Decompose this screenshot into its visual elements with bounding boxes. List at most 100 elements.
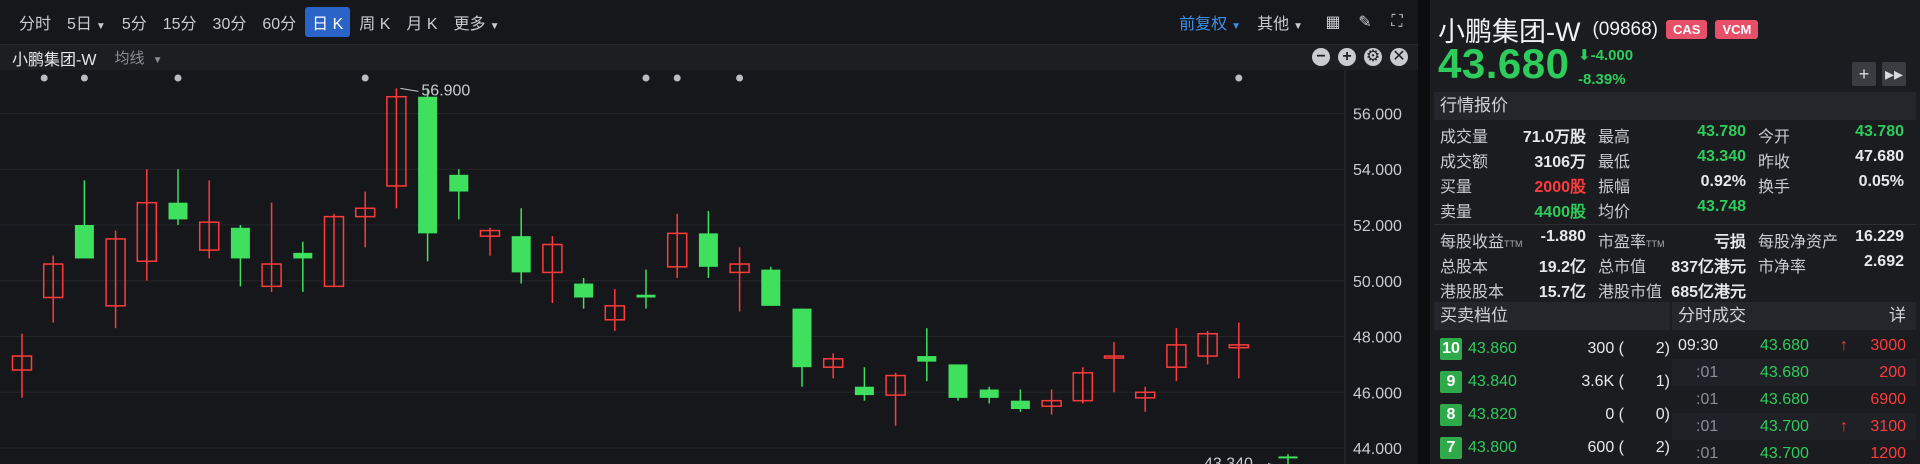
period-button-7[interactable]: 周 K (352, 7, 397, 37)
quote-value: 亏损 (1713, 233, 1746, 251)
quote-section-header: 行情报价 (1434, 92, 1916, 120)
candlestick-chart[interactable]: 56.000 54.000 52.000 50.000 48.000 46.000 44.0… (0, 70, 1418, 464)
tick-time: :01 (1696, 417, 1719, 435)
period-button-2[interactable]: 5分 (115, 7, 154, 37)
quote-cell: 成交量 71.0万股 (1434, 123, 1592, 147)
quote-value: 43.780 (1855, 122, 1904, 140)
tick-row[interactable]: :01 43.700 ↑ 3100 (1672, 413, 1916, 440)
panel-divider[interactable] (1418, 0, 1430, 464)
period-label: 分时 (19, 16, 52, 33)
book-count: 1) (1655, 372, 1670, 390)
quote-label: 均价 (1598, 203, 1631, 221)
book-price: 43.820 (1468, 405, 1517, 423)
period-button-4[interactable]: 30分 (206, 7, 254, 37)
close-icon[interactable]: ✕ (1390, 48, 1408, 66)
period-button-3[interactable]: 15分 (156, 7, 204, 37)
event-marker-icon (673, 74, 681, 82)
book-volume: 3.6K ( (1581, 372, 1624, 390)
stock-code: (09868) (1592, 18, 1658, 40)
tick-row[interactable]: :01 43.680 200 (1672, 359, 1916, 386)
period-label: 15分 (162, 16, 197, 33)
quote-label: 换手 (1758, 178, 1791, 196)
quote-separator (1434, 224, 1916, 225)
tick-time: :01 (1696, 363, 1719, 381)
quote-label: 昨收 (1758, 153, 1791, 171)
period-button-6[interactable]: 日 K (305, 7, 351, 37)
candle-body (698, 233, 718, 267)
event-marker-icon (361, 74, 369, 82)
period-button-8[interactable]: 月 K (399, 7, 444, 37)
book-volume: 0 ( (1605, 405, 1624, 423)
quote-cell: 港股股本 15.7亿 (1434, 278, 1592, 302)
quote-label: 总市值 (1598, 258, 1647, 276)
period-button-9[interactable]: 更多 ▼ (447, 7, 507, 37)
period-label: 日 K (312, 16, 344, 33)
zoom-out-icon[interactable]: − (1312, 48, 1330, 66)
quote-value: 2.692 (1863, 252, 1904, 270)
quote-value: 16.229 (1855, 227, 1904, 245)
tick-row[interactable]: 09:30 43.680 ↑ 3000 (1672, 332, 1916, 359)
other-label: 其他 (1257, 16, 1290, 33)
event-marker-icon (40, 74, 48, 82)
tick-row[interactable]: :01 43.700 1200 (1672, 440, 1916, 464)
ticks-header: 分时成交 详 (1672, 302, 1916, 330)
tick-price: 43.680 (1760, 363, 1809, 381)
level-badge: 10 (1440, 337, 1462, 360)
period-button-5[interactable]: 60分 (255, 7, 303, 37)
event-marker-icon (642, 74, 650, 82)
zoom-in-icon[interactable]: + (1338, 48, 1356, 66)
quote-label: 振幅 (1598, 178, 1631, 196)
candle-body (1010, 400, 1030, 410)
quote-cell: 买量 2000股 (1434, 173, 1592, 197)
quote-value: 47.680 (1855, 147, 1904, 165)
book-price: 43.840 (1468, 372, 1517, 390)
quote-value: 19.2亿 (1538, 258, 1586, 276)
down-arrow-icon: ⬇ (1578, 47, 1591, 64)
order-book-row[interactable]: 8 43.820 0 (0) (1434, 398, 1670, 431)
add-watchlist-button[interactable]: + (1852, 62, 1876, 86)
quote-cell: 昨收 47.680 (1752, 148, 1910, 172)
ttm-suffix: TTM (1504, 238, 1523, 249)
candle-body (230, 227, 250, 259)
tick-price: 43.700 (1760, 444, 1809, 462)
chevron-down-icon: ▼ (1293, 21, 1303, 32)
indicator-dropdown[interactable]: 均线 ▼ (114, 47, 162, 68)
period-button-1[interactable]: 5日 ▼ (60, 7, 113, 37)
event-marker-icon (174, 74, 182, 82)
adjust-dropdown[interactable]: 前复权 ▼ (1172, 7, 1248, 37)
ticks-title: 分时成交 (1678, 306, 1746, 325)
fullscreen-icon[interactable]: ⛶ (1386, 11, 1408, 33)
period-button-0[interactable]: 分时 (12, 7, 58, 37)
toolbar-right: 前复权 ▼ 其他 ▼ ▦ ✎ ⛶ (1172, 0, 1408, 44)
period-label: 更多 (453, 16, 486, 33)
collapse-panel-button[interactable]: ▸▸ (1882, 62, 1906, 86)
order-book-row[interactable]: 7 43.800 600 (2) (1434, 431, 1670, 464)
level-badge: 9 (1440, 370, 1462, 393)
order-book-row[interactable]: 9 43.840 3.6K ( 1) (1434, 365, 1670, 398)
quote-cell: 每股收益TTM -1.880 (1434, 228, 1592, 252)
change-percent: -8.39% (1578, 71, 1626, 88)
quote-cell: 成交额 3106万 (1434, 148, 1592, 172)
quote-label: 成交额 (1440, 153, 1489, 171)
book-volume: 600 ( (1587, 438, 1624, 456)
ticks-detail-button[interactable]: 详 (1889, 302, 1906, 330)
ttm-suffix: TTM (1646, 238, 1665, 249)
order-book-header: 买卖档位 (1434, 302, 1670, 330)
cas-badge: CAS (1665, 20, 1708, 39)
order-book-row[interactable]: 10 43.860 300 (2) (1434, 332, 1670, 365)
candle-body (948, 364, 968, 398)
candle-body (1278, 456, 1298, 459)
tick-volume: 3000 (1870, 336, 1906, 354)
quote-value: 4400股 (1534, 203, 1586, 221)
quote-label: 每股收益TTM (1440, 233, 1523, 251)
other-dropdown[interactable]: 其他 ▼ (1250, 7, 1310, 37)
pen-icon[interactable]: ✎ (1354, 11, 1376, 33)
quote-label: 买量 (1440, 178, 1473, 196)
tick-row[interactable]: :01 43.680 6900 (1672, 386, 1916, 413)
quote-value: 15.7亿 (1538, 283, 1586, 301)
quote-value: 0.05% (1858, 172, 1904, 190)
settings-icon[interactable]: ⚙ (1364, 48, 1382, 66)
quote-cell: 今开 43.780 (1752, 123, 1910, 147)
layout-grid-icon[interactable]: ▦ (1322, 11, 1344, 33)
change-value: -4.000 (1590, 47, 1634, 64)
